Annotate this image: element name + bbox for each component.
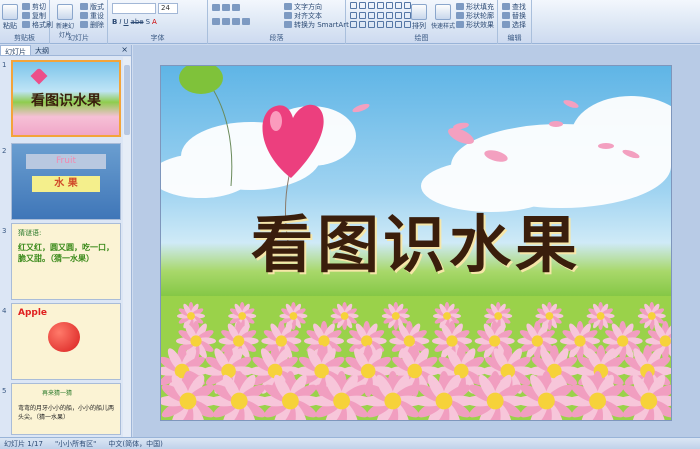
thumb-riddle-header: 猜谜语:: [18, 229, 42, 237]
slide-thumbnail-4[interactable]: Apple: [11, 303, 121, 380]
italic-button[interactable]: I: [119, 18, 121, 26]
bold-button[interactable]: B: [112, 18, 117, 26]
delete-button[interactable]: 删除: [80, 20, 104, 29]
underline-button[interactable]: U: [123, 18, 128, 26]
brush-icon: [22, 21, 30, 28]
find-icon: [502, 3, 510, 10]
font-size-select[interactable]: 24: [158, 3, 178, 14]
slide-number: 4: [2, 307, 7, 315]
font-color-button[interactable]: A: [152, 18, 157, 26]
editing-label: 编辑: [507, 34, 522, 42]
slides-label: 幻灯片: [68, 34, 89, 42]
quick-styles-button[interactable]: 快速样式: [430, 4, 456, 30]
strikethrough-button[interactable]: abe: [131, 18, 144, 26]
current-slide[interactable]: 看图识水果: [160, 65, 672, 421]
reset-icon: [80, 12, 88, 19]
align-text-icon: [284, 12, 292, 19]
thumb-riddle-text: 红又红，圆又圆，吃一口，脆又甜。（猜一水果）: [18, 243, 114, 263]
slide-thumbnail-3[interactable]: 猜谜语: 红又红，圆又圆，吃一口，脆又甜。（猜一水果）: [11, 223, 121, 300]
align-right-icon: [232, 18, 240, 25]
font-group: 24 B I U abe S A 字体: [108, 0, 208, 44]
delete-icon: [80, 21, 88, 28]
replace-icon: [502, 12, 510, 19]
new-slide-icon: [57, 4, 73, 20]
scissors-icon: [22, 3, 30, 10]
layout-icon: [80, 3, 88, 10]
format-painter-button[interactable]: 格式刷: [22, 20, 53, 29]
clipboard-label: 剪贴板: [14, 34, 35, 42]
paste-button[interactable]: 粘贴: [2, 4, 18, 31]
paste-icon: [2, 4, 18, 20]
slide-number: 2: [2, 147, 7, 155]
smartart-icon: [284, 21, 292, 28]
align-center-icon: [222, 18, 230, 25]
language-indicator: 中文(简体，中国): [108, 439, 163, 448]
clipboard-group: 粘贴 剪切 复制 格式刷 剪贴板: [0, 0, 53, 44]
arrange-icon: [411, 4, 427, 20]
bullets-button[interactable]: [212, 3, 240, 12]
effects-icon: [456, 21, 464, 28]
tab-outline[interactable]: 大纲: [31, 45, 53, 55]
quick-styles-icon: [435, 4, 451, 20]
tab-slides[interactable]: 幻灯片: [0, 45, 31, 56]
align-buttons[interactable]: [212, 17, 250, 26]
slides-group: 新建幻灯片 版式 重设 删除 幻灯片: [50, 0, 108, 44]
close-icon[interactable]: ×: [118, 45, 131, 55]
panel-scrollbar[interactable]: [123, 57, 131, 437]
fill-icon: [456, 3, 464, 10]
slide-editor: 看图识水果: [133, 45, 700, 437]
bullets-icon: [212, 4, 220, 11]
ribbon: 粘贴 剪切 复制 格式刷 剪贴板 新建幻灯片 版式 重设 删除 幻灯片 24 B…: [0, 0, 700, 44]
thumb-apple-label: Apple: [18, 308, 48, 318]
slide-number: 1: [2, 61, 7, 69]
slide-thumbnail-5[interactable]: 再来猜一猜 弯弯的月牙小小的船，小小的船儿两头尖。（猜一水果）: [11, 383, 121, 435]
slide-panel: 幻灯片 大纲 × 1 看图识水果 2 Fruit 水 果 3 猜谜语: 红又红，…: [0, 45, 132, 437]
thumb-heart-icon: [30, 67, 48, 85]
thumb-riddle-text: 弯弯的月牙小小的船，小小的船儿两头尖。（猜一水果）: [18, 405, 115, 421]
slide-title[interactable]: 看图识水果: [161, 194, 671, 284]
arrange-button[interactable]: 排列: [410, 4, 428, 31]
select-button[interactable]: 选择: [502, 20, 526, 29]
slide-count: 幻灯片 1/17: [4, 439, 43, 448]
slide-number: 5: [2, 387, 7, 395]
copy-icon: [22, 12, 30, 19]
font-format-buttons[interactable]: B I U abe S A: [112, 17, 157, 26]
shapes-gallery[interactable]: [350, 2, 411, 30]
font-label: 字体: [150, 34, 165, 42]
panel-tabs: 幻灯片 大纲 ×: [0, 45, 131, 56]
thumb-fruit-box: Fruit: [26, 154, 106, 169]
select-icon: [502, 21, 510, 28]
apple-icon: [48, 322, 80, 352]
shape-effects-button[interactable]: 形状效果: [456, 20, 494, 29]
thumb-fruit-label: 水 果: [32, 176, 100, 192]
smartart-button[interactable]: 转换为 SmartArt: [284, 20, 349, 29]
paragraph-label: 段落: [269, 34, 284, 42]
scrollbar-thumb[interactable]: [124, 65, 130, 135]
font-family-select[interactable]: [112, 3, 156, 14]
status-bar: 幻灯片 1/17 "小小所有区" 中文(简体，中国): [0, 437, 700, 449]
outline-icon: [456, 12, 464, 19]
justify-icon: [242, 18, 250, 25]
thumb-title: 看图识水果: [31, 93, 101, 109]
indent-icon: [232, 4, 240, 11]
theme-name: "小小所有区": [54, 439, 97, 448]
slide-thumbnail-2[interactable]: Fruit 水 果: [11, 143, 121, 220]
text-direction-icon: [284, 3, 292, 10]
paragraph-group: 文字方向 对齐文本 转换为 SmartArt 段落: [208, 0, 349, 44]
shadow-button[interactable]: S: [146, 18, 150, 26]
drawing-label: 绘图: [414, 34, 429, 42]
slide-number: 3: [2, 227, 7, 235]
numbering-icon: [222, 4, 230, 11]
thumb-riddle-header: 再来猜一猜: [42, 390, 73, 397]
slide-thumbnail-1[interactable]: 看图识水果: [11, 60, 121, 137]
align-left-icon: [212, 18, 220, 25]
editing-group: 查找 替换 选择 编辑: [498, 0, 532, 44]
